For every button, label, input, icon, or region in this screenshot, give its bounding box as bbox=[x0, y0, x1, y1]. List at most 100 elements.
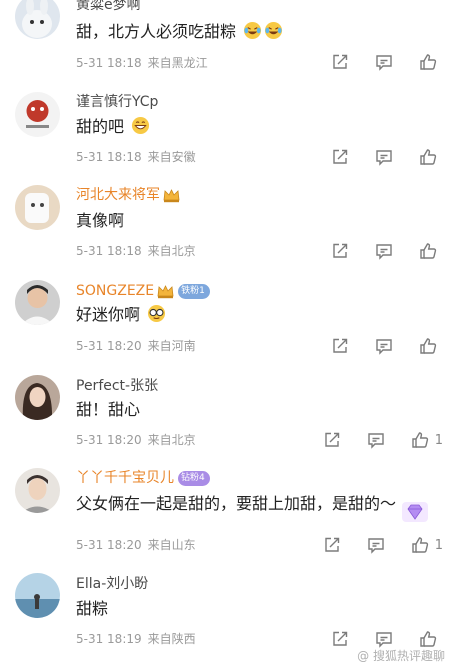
avatar[interactable] bbox=[15, 185, 60, 230]
like-icon[interactable] bbox=[419, 147, 439, 167]
crown-icon bbox=[157, 284, 174, 298]
username[interactable]: 丫丫千千宝贝儿 钻粉4 bbox=[76, 469, 210, 487]
comment-time: 5-31 18:20 bbox=[76, 339, 142, 353]
comment-icon[interactable] bbox=[375, 52, 395, 72]
comment-location: 来自陕西 bbox=[147, 632, 196, 646]
comment-meta: 5-31 18:20 来自北京 bbox=[76, 432, 196, 448]
diamond-icon bbox=[402, 502, 428, 522]
comment-text-content: 甜，北方人必须吃甜粽 bbox=[76, 22, 237, 41]
comment-text: 甜，北方人必须吃甜粽 bbox=[76, 21, 283, 43]
share-icon[interactable] bbox=[331, 241, 351, 261]
comment-text-content: 父女俩在一起是甜的，要甜上加甜，是甜的～ bbox=[76, 494, 397, 513]
comment-time: 5-31 18:20 bbox=[76, 538, 142, 552]
comment-text: 真像啊 bbox=[76, 210, 124, 232]
like-count: 1 bbox=[434, 432, 443, 448]
comment-actions bbox=[307, 241, 443, 261]
comment-text: 甜！甜心 bbox=[76, 399, 140, 421]
comment-text-content: 好迷你啊 bbox=[76, 305, 141, 324]
share-icon[interactable] bbox=[331, 147, 351, 167]
like-button[interactable]: 1 bbox=[411, 430, 443, 450]
comment-icon[interactable] bbox=[375, 241, 395, 261]
avatar[interactable] bbox=[15, 280, 60, 325]
comment-meta: 5-31 18:20 来自山东 bbox=[76, 537, 196, 553]
comment-meta: 5-31 18:19 来自陕西 bbox=[76, 631, 196, 647]
share-icon[interactable] bbox=[331, 336, 351, 356]
comment-actions bbox=[307, 147, 443, 167]
like-icon[interactable] bbox=[411, 535, 431, 555]
comment-icon[interactable] bbox=[367, 535, 387, 555]
comment-actions bbox=[307, 52, 443, 72]
comment-actions bbox=[307, 336, 443, 356]
watermark: @ 搜狐热评趣聊 bbox=[357, 647, 445, 664]
comment-actions: 1 bbox=[299, 535, 443, 555]
share-icon[interactable] bbox=[323, 430, 343, 450]
laugh-cry-emoji bbox=[265, 21, 283, 40]
comment-location: 来自山东 bbox=[147, 538, 196, 552]
comment-icon[interactable] bbox=[367, 430, 387, 450]
comment-time: 5-31 18:18 bbox=[76, 150, 142, 164]
like-button[interactable] bbox=[419, 147, 443, 167]
comment-location: 来自黑龙江 bbox=[147, 56, 208, 70]
avatar[interactable] bbox=[15, 92, 60, 137]
comment-text-content: 真像啊 bbox=[76, 211, 125, 230]
crown-icon bbox=[163, 188, 180, 202]
share-icon[interactable] bbox=[331, 629, 351, 649]
comment-time: 5-31 18:19 bbox=[76, 632, 142, 646]
like-icon[interactable] bbox=[419, 52, 439, 72]
fan-badge: 钻粉4 bbox=[178, 470, 210, 486]
like-button[interactable]: 1 bbox=[411, 535, 443, 555]
like-button[interactable] bbox=[419, 336, 443, 356]
comment-text: 好迷你啊 bbox=[76, 304, 166, 326]
comment-actions bbox=[307, 629, 443, 649]
like-count: 1 bbox=[434, 537, 443, 553]
comment-location: 来自河南 bbox=[147, 339, 196, 353]
watermark-text: @ 搜狐热评趣聊 bbox=[357, 649, 445, 663]
comment-meta: 5-31 18:18 来自北京 bbox=[76, 243, 196, 259]
username-text: 河北大来将军 bbox=[76, 187, 160, 203]
comment-text: 甜粽 bbox=[76, 598, 108, 620]
fan-badge: 铁粉1 bbox=[178, 283, 210, 299]
like-icon[interactable] bbox=[419, 629, 439, 649]
comment-actions: 1 bbox=[299, 430, 443, 450]
share-icon[interactable] bbox=[323, 535, 343, 555]
like-icon[interactable] bbox=[411, 430, 431, 450]
comment-meta: 5-31 18:20 来自河南 bbox=[76, 338, 196, 354]
username[interactable]: 黄粱e梦啊 bbox=[76, 0, 141, 14]
comment-text: 甜的吧 bbox=[76, 116, 150, 138]
username[interactable]: Ella-刘小盼 bbox=[76, 575, 148, 593]
like-icon[interactable] bbox=[419, 336, 439, 356]
comment-text: 父女俩在一起是甜的，要甜上加甜，是甜的～ bbox=[76, 493, 396, 515]
comment-meta: 5-31 18:18 来自安徽 bbox=[76, 149, 196, 165]
comment-icon[interactable] bbox=[375, 147, 395, 167]
comment-icon[interactable] bbox=[375, 336, 395, 356]
username-text: SONGZEZE bbox=[76, 283, 155, 299]
avatar[interactable] bbox=[15, 0, 60, 39]
avatar[interactable] bbox=[15, 573, 60, 618]
like-button[interactable] bbox=[419, 241, 443, 261]
comment-icon[interactable] bbox=[375, 629, 395, 649]
avatar[interactable] bbox=[15, 375, 60, 420]
comment-text-content: 甜粽 bbox=[76, 599, 109, 618]
username[interactable]: 河北大来将军 bbox=[76, 186, 180, 204]
comment-time: 5-31 18:20 bbox=[76, 433, 142, 447]
comment-meta: 5-31 18:18 来自黑龙江 bbox=[76, 55, 208, 71]
comment-time: 5-31 18:18 bbox=[76, 56, 142, 70]
username[interactable]: 谨言慎行YCp bbox=[76, 93, 158, 111]
avatar[interactable] bbox=[15, 468, 60, 513]
comment-text-content: 甜的吧 bbox=[76, 117, 125, 136]
grin-emoji bbox=[132, 116, 150, 135]
username-text: 丫丫千千宝贝儿 bbox=[76, 470, 174, 486]
username[interactable]: SONGZEZE 铁粉1 bbox=[76, 282, 210, 300]
username[interactable]: Perfect-张张 bbox=[76, 377, 158, 395]
comment-location: 来自北京 bbox=[147, 433, 196, 447]
like-button[interactable] bbox=[419, 52, 443, 72]
like-button[interactable] bbox=[419, 629, 443, 649]
laugh-cry-emoji bbox=[244, 21, 262, 40]
sunglasses-emoji bbox=[148, 304, 166, 323]
comment-location: 来自北京 bbox=[147, 244, 196, 258]
comment-text-content: 甜！甜心 bbox=[76, 400, 141, 419]
comment-time: 5-31 18:18 bbox=[76, 244, 142, 258]
comment-location: 来自安徽 bbox=[147, 150, 196, 164]
like-icon[interactable] bbox=[419, 241, 439, 261]
share-icon[interactable] bbox=[331, 52, 351, 72]
